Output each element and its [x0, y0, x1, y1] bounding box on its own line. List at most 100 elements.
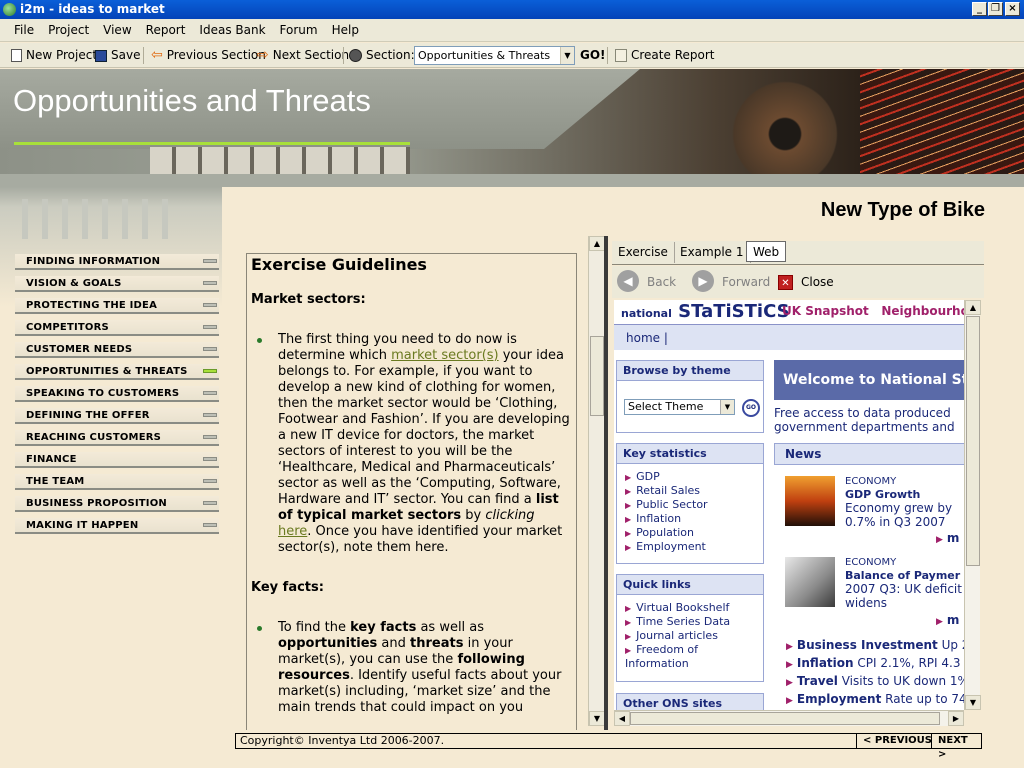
nav-item-vision-and-goals[interactable]: VISION & GOALS — [15, 276, 219, 292]
headline-travel[interactable]: Travel Visits to UK down 1% — [786, 674, 964, 688]
key-stat-employment[interactable]: Employment — [625, 540, 763, 554]
headline-inflation[interactable]: Inflation CPI 2.1%, RPI 4.3 — [786, 656, 961, 670]
forward-button[interactable]: Forward — [722, 275, 770, 289]
scroll-up-icon[interactable]: ▲ — [965, 300, 981, 315]
key-stat-public-sector[interactable]: Public Sector — [625, 498, 763, 512]
quick-link-foi[interactable]: Freedom of Information — [625, 643, 763, 670]
save-button[interactable]: Save — [95, 43, 140, 68]
browse-theme-box: Browse by theme Select Theme ▼ GO — [616, 360, 764, 433]
arrow-left-icon: ⇦ — [151, 47, 163, 63]
chevron-down-icon: ▼ — [720, 400, 734, 414]
scroll-thumb[interactable] — [630, 712, 940, 725]
quick-link-bookshelf[interactable]: Virtual Bookshelf — [625, 601, 763, 615]
nav-indicator-icon — [203, 501, 217, 505]
menu-report[interactable]: Report — [139, 19, 193, 42]
nav-item-competitors[interactable]: COMPETITORS — [15, 320, 219, 336]
key-facts-paragraph: To find the key facts as well as opportu… — [251, 620, 572, 716]
next-section-button[interactable]: ⇨ Next Section — [257, 43, 349, 68]
key-stat-retail-sales[interactable]: Retail Sales — [625, 484, 763, 498]
nav-item-speaking-to-customers[interactable]: SPEAKING TO CUSTOMERS — [15, 386, 219, 402]
menu-file[interactable]: File — [0, 19, 41, 42]
minimize-button[interactable]: _ — [972, 2, 987, 16]
news2-category: ECONOMY — [845, 557, 897, 568]
menu-bar: File Project View Report Ideas Bank Forum Help — [0, 19, 1024, 42]
nav-item-reaching-customers[interactable]: REACHING CUSTOMERS — [15, 430, 219, 446]
menu-forum[interactable]: Forum — [273, 19, 325, 42]
restore-button[interactable]: ❐ — [988, 2, 1003, 16]
close-button[interactable]: Close — [801, 275, 834, 289]
web-horizontal-scrollbar[interactable]: ◀ ▶ — [614, 710, 964, 726]
menu-help[interactable]: Help — [325, 19, 366, 42]
menu-ideas-bank[interactable]: Ideas Bank — [192, 19, 272, 42]
tab-exercise[interactable]: Exercise — [612, 242, 675, 263]
report-icon — [615, 49, 627, 62]
nav-item-finding-information[interactable]: FINDING INFORMATION — [15, 254, 219, 270]
nav-item-opportunities-and-threats[interactable]: OPPORTUNITIES & THREATS — [15, 364, 219, 380]
quick-link-time-series[interactable]: Time Series Data — [625, 615, 763, 629]
nav-indicator-icon — [203, 479, 217, 483]
nav-item-the-team[interactable]: THE TEAM — [15, 474, 219, 490]
quick-link-journal[interactable]: Journal articles — [625, 629, 763, 643]
app-logo-icon — [3, 3, 16, 16]
forward-arrow-icon[interactable]: ▶ — [692, 270, 714, 292]
guidelines-scrollbar[interactable]: ▲ ▼ — [588, 236, 605, 726]
menu-project[interactable]: Project — [41, 19, 96, 42]
neighbourhood-link[interactable]: Neighbourhood — [881, 304, 964, 318]
nav-item-finance[interactable]: FINANCE — [15, 452, 219, 468]
scroll-right-icon[interactable]: ▶ — [948, 711, 964, 726]
market-sectors-link[interactable]: market sector(s) — [391, 348, 499, 363]
previous-button[interactable]: < PREVIOUS — [856, 734, 938, 748]
window-title: i2m - ideas to market — [20, 2, 165, 16]
calculator-news-image[interactable] — [785, 557, 835, 607]
pane-splitter[interactable] — [604, 236, 608, 730]
menu-view[interactable]: View — [96, 19, 138, 42]
headline-employment[interactable]: Employment Rate up to 74. — [786, 692, 964, 706]
copyright-text: Copyright© Inventya Ltd 2006-2007. — [240, 734, 445, 747]
nav-item-making-it-happen[interactable]: MAKING IT HAPPEN — [15, 518, 219, 534]
create-report-button[interactable]: Create Report — [615, 43, 714, 68]
key-stat-inflation[interactable]: Inflation — [625, 512, 763, 526]
top-links: UK Snapshot Neighbourhood — [782, 304, 964, 318]
next-button[interactable]: NEXT > — [931, 734, 981, 760]
go-button[interactable]: GO! — [580, 43, 606, 68]
close-window-button[interactable]: × — [1005, 2, 1020, 16]
right-pane-tabs: Exercise Example 1 Web — [612, 241, 984, 265]
back-button[interactable]: Back — [647, 275, 676, 289]
section-dropdown[interactable]: Opportunities & Threats ▼ — [414, 46, 575, 65]
news2-more-link[interactable]: m — [936, 613, 960, 627]
tab-example-1[interactable]: Example 1 — [674, 242, 751, 263]
key-stat-gdp[interactable]: GDP — [625, 470, 763, 484]
news-heading: News — [774, 443, 964, 465]
news2-title[interactable]: Balance of Paymer — [845, 569, 960, 582]
back-arrow-icon[interactable]: ◀ — [617, 270, 639, 292]
close-icon[interactable]: ✕ — [778, 275, 793, 290]
scroll-thumb[interactable] — [590, 336, 604, 416]
scroll-down-icon[interactable]: ▼ — [589, 711, 605, 726]
nav-item-business-proposition[interactable]: BUSINESS PROPOSITION — [15, 496, 219, 512]
news1-title[interactable]: GDP Growth — [845, 488, 920, 501]
here-link[interactable]: here — [278, 524, 307, 539]
news2-body: 2007 Q3: UK deficit widens — [845, 582, 962, 610]
scroll-down-icon[interactable]: ▼ — [965, 695, 981, 710]
nav-item-defining-the-offer[interactable]: DEFINING THE OFFER — [15, 408, 219, 424]
ons-logo[interactable]: national STaTiSTiCS — [621, 301, 790, 322]
scroll-left-icon[interactable]: ◀ — [614, 711, 630, 726]
gdp-news-image[interactable] — [785, 476, 835, 526]
scroll-thumb[interactable] — [966, 316, 980, 566]
theme-go-button[interactable]: GO — [742, 399, 760, 417]
project-title: New Type of Bike — [820, 199, 985, 221]
nav-item-customer-needs[interactable]: CUSTOMER NEEDS — [15, 342, 219, 358]
news1-more-link[interactable]: m — [936, 531, 960, 545]
quick-links-heading: Quick links — [617, 575, 763, 595]
select-theme-dropdown[interactable]: Select Theme ▼ — [624, 399, 735, 415]
headline-business-investment[interactable]: Business Investment Up 2 — [786, 638, 964, 652]
nav-item-protecting-the-idea[interactable]: PROTECTING THE IDEA — [15, 298, 219, 314]
key-stat-population[interactable]: Population — [625, 526, 763, 540]
web-vertical-scrollbar[interactable]: ▲ ▼ — [964, 300, 981, 710]
uk-snapshot-link[interactable]: UK Snapshot — [782, 304, 869, 318]
tab-web[interactable]: Web — [746, 241, 787, 262]
home-link[interactable]: home | — [614, 324, 964, 350]
previous-section-button[interactable]: ⇦ Previous Section — [151, 43, 266, 68]
scroll-up-icon[interactable]: ▲ — [589, 236, 605, 251]
new-project-button[interactable]: New Project — [11, 43, 97, 68]
